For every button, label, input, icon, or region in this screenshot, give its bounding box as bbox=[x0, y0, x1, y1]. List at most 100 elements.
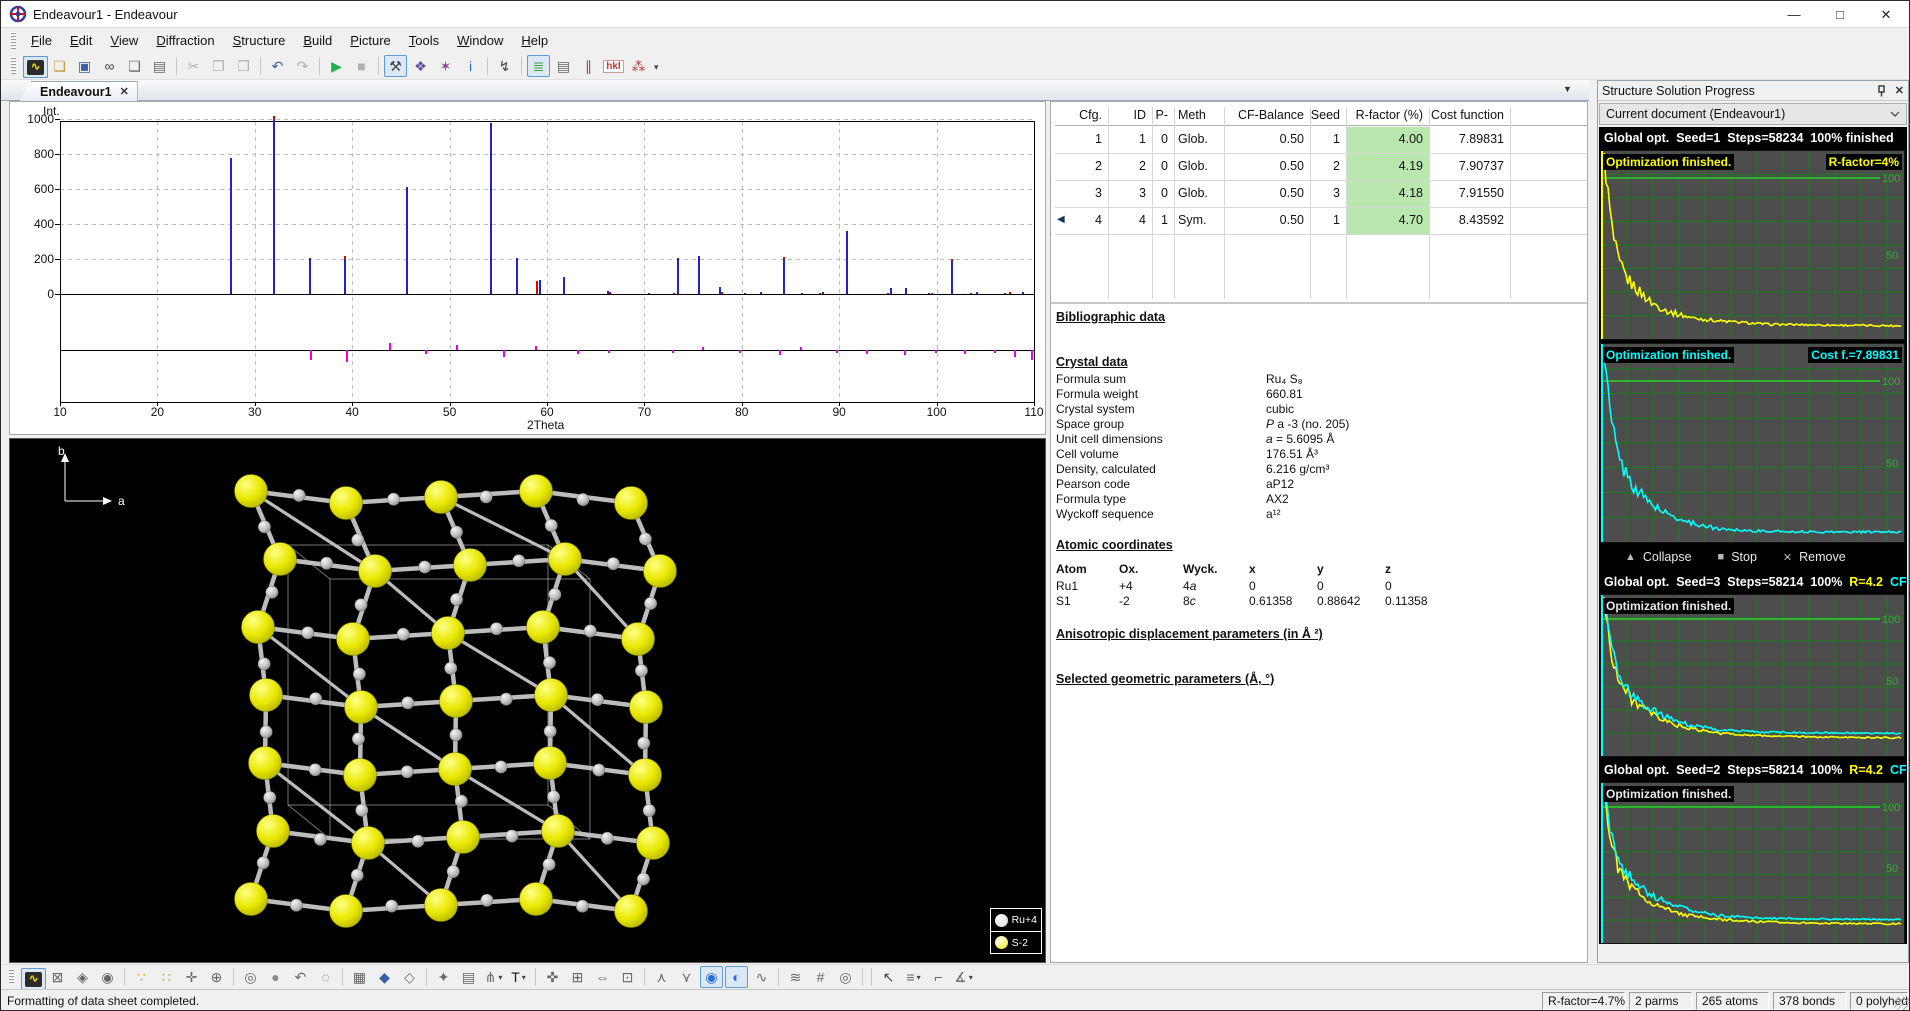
unit-cell-box-icon[interactable]: ▦ bbox=[348, 966, 371, 988]
layer-sheet-icon[interactable]: ▤ bbox=[457, 966, 480, 988]
config-cell[interactable]: 0 bbox=[1152, 159, 1174, 176]
copy-icon[interactable]: ❐ bbox=[207, 55, 230, 77]
pin-icon[interactable] bbox=[1876, 85, 1887, 97]
config-cell[interactable]: 0.50 bbox=[1224, 159, 1310, 176]
menu-structure[interactable]: Structure bbox=[224, 30, 295, 51]
pick-tool-caret-icon[interactable]: ▾ bbox=[498, 973, 502, 982]
tab-endeavour1[interactable]: Endeavour1 ✕ bbox=[19, 81, 138, 101]
atoms-list-icon[interactable]: ∵ bbox=[130, 966, 153, 988]
text-tool-caret-icon[interactable]: ▾ bbox=[522, 973, 526, 982]
config-cell[interactable]: 0.50 bbox=[1224, 186, 1310, 203]
space-filling-icon[interactable]: ◉ bbox=[96, 966, 119, 988]
origin-cell-icon[interactable]: ⊡ bbox=[616, 966, 639, 988]
wave-profile-icon[interactable]: ∿ bbox=[750, 966, 773, 988]
config-cell[interactable]: 1 bbox=[1108, 132, 1152, 149]
rotate-view-icon[interactable]: ↶ bbox=[289, 966, 312, 988]
config-cell[interactable]: Glob. bbox=[1174, 159, 1224, 176]
pick-tool-icon[interactable]: ⋔▾ bbox=[482, 966, 505, 988]
peak-list-view-icon[interactable]: ∥ bbox=[577, 55, 600, 77]
config-cell[interactable]: 0.50 bbox=[1224, 132, 1310, 149]
config-cell[interactable]: 1 bbox=[1152, 213, 1174, 230]
translate-tool-icon[interactable]: ✜ bbox=[541, 966, 564, 988]
structure-view-icon[interactable]: ⁂ bbox=[627, 55, 650, 77]
bond-list-icon[interactable]: ≡▾ bbox=[902, 966, 925, 988]
config-column-header[interactable]: CF-Balance bbox=[1224, 108, 1310, 125]
config-cell[interactable]: 8.43592 bbox=[1429, 213, 1510, 230]
config-cell[interactable]: 0 bbox=[1152, 132, 1174, 149]
config-cell[interactable]: 3 bbox=[1310, 186, 1346, 203]
cut-icon[interactable]: ✂ bbox=[182, 55, 205, 77]
highlight-star-icon[interactable]: ✦ bbox=[432, 966, 455, 988]
diffraction-chart-panel[interactable]: Int. 2Theta 0200400600800100010203040506… bbox=[9, 101, 1046, 435]
config-cell[interactable]: 1 bbox=[1310, 132, 1346, 149]
config-cell[interactable]: Glob. bbox=[1174, 132, 1224, 149]
config-column-header[interactable]: Cfg. bbox=[1055, 108, 1108, 125]
orbit-view-icon[interactable]: ◌ bbox=[314, 966, 337, 988]
wizard-wand-icon[interactable]: ✶ bbox=[434, 55, 457, 77]
measure-angle-caret-icon[interactable]: ▾ bbox=[969, 973, 973, 982]
coordination-spheres-icon[interactable]: ⊕ bbox=[205, 966, 228, 988]
config-cell[interactable]: 4.19 bbox=[1346, 159, 1429, 176]
print-preview-icon[interactable]: ❑ bbox=[123, 55, 146, 77]
hash-grid-icon[interactable]: # bbox=[809, 966, 832, 988]
dark-sphere-icon[interactable]: ● bbox=[264, 966, 287, 988]
config-cell[interactable]: 4.00 bbox=[1346, 132, 1429, 149]
menu-picture[interactable]: Picture bbox=[341, 30, 399, 51]
remove-button[interactable]: ✕Remove bbox=[1783, 550, 1846, 564]
run-icon[interactable]: ▶ bbox=[325, 55, 348, 77]
info-icon[interactable]: i bbox=[459, 55, 482, 77]
crystal-structure-view[interactable]: ba Ru+4S-2 bbox=[9, 438, 1046, 963]
paste-icon[interactable]: ❒ bbox=[232, 55, 255, 77]
rings-view-icon[interactable]: ◎ bbox=[239, 966, 262, 988]
horizontal-splitter[interactable] bbox=[9, 435, 1046, 438]
tab-list-dropdown-icon[interactable]: ▼ bbox=[1563, 84, 1572, 94]
structure-window-icon[interactable]: ❖ bbox=[409, 55, 432, 77]
config-column-header[interactable]: Cost function bbox=[1429, 108, 1510, 125]
structure-solution-hammer-icon[interactable]: ⚒ bbox=[384, 55, 407, 77]
stop-button[interactable]: ■Stop bbox=[1718, 550, 1757, 564]
close-button[interactable]: ✕ bbox=[1863, 1, 1909, 28]
menu-diffraction[interactable]: Diffraction bbox=[147, 30, 223, 51]
menu-file[interactable]: File bbox=[22, 30, 61, 51]
hkl-view-icon[interactable]: hkl bbox=[602, 55, 625, 77]
config-column-header[interactable]: R-factor (%) bbox=[1346, 108, 1429, 125]
config-cell[interactable]: 4.70 bbox=[1346, 213, 1429, 230]
config-column-header[interactable]: P- bbox=[1152, 108, 1174, 125]
bond-list-caret-icon[interactable]: ▾ bbox=[917, 973, 921, 982]
config-cell[interactable]: 7.90737 bbox=[1429, 159, 1510, 176]
data-sheet-view-icon[interactable]: ▤ bbox=[552, 55, 575, 77]
config-cell[interactable]: 4 bbox=[1108, 213, 1152, 230]
panel-close-icon[interactable]: ✕ bbox=[1895, 84, 1904, 97]
menu-window[interactable]: Window bbox=[448, 30, 512, 51]
menu-help[interactable]: Help bbox=[512, 30, 557, 51]
config-cell[interactable]: 1 bbox=[1055, 132, 1108, 149]
measure-angle-icon[interactable]: ∡▾ bbox=[952, 966, 975, 988]
open-folder-icon[interactable]: ❏ bbox=[48, 55, 71, 77]
menu-view[interactable]: View bbox=[101, 30, 147, 51]
config-cell[interactable]: 2 bbox=[1108, 159, 1152, 176]
target-view-icon[interactable]: ◎ bbox=[834, 966, 857, 988]
config-cell[interactable]: 1 bbox=[1310, 213, 1346, 230]
config-cell[interactable]: 0.50 bbox=[1224, 213, 1310, 230]
save-icon[interactable]: ▣ bbox=[73, 55, 96, 77]
tab-close-icon[interactable]: ✕ bbox=[120, 85, 129, 98]
ball-stick-style-icon[interactable]: ◐ bbox=[725, 966, 748, 988]
config-cell[interactable]: 0 bbox=[1152, 186, 1174, 203]
toolbar-more-caret[interactable]: ▾ bbox=[654, 57, 659, 75]
resize-grip[interactable] bbox=[1894, 997, 1908, 1011]
config-cell[interactable]: 3 bbox=[1108, 186, 1152, 203]
measure-length-icon[interactable]: ⌐ bbox=[927, 966, 950, 988]
maximize-button[interactable]: □ bbox=[1817, 1, 1863, 28]
menu-build[interactable]: Build bbox=[294, 30, 341, 51]
profile-chip-icon[interactable]: ∿ bbox=[21, 968, 46, 990]
config-cell[interactable]: Glob. bbox=[1174, 186, 1224, 203]
config-cell[interactable]: 3 bbox=[1055, 186, 1108, 203]
config-cell[interactable]: 7.91550 bbox=[1429, 186, 1510, 203]
data-sheet-panel[interactable]: Cfg.IDP-MethCF-BalanceSeedR-factor (%)Co… bbox=[1050, 101, 1588, 963]
config-cell[interactable]: 4.18 bbox=[1346, 186, 1429, 203]
text-tool-icon[interactable]: T▾ bbox=[507, 966, 530, 988]
supercell-icon[interactable]: ⊠ bbox=[46, 966, 69, 988]
menu-edit[interactable]: Edit bbox=[61, 30, 101, 51]
add-bonds-icon[interactable]: ✛ bbox=[180, 966, 203, 988]
config-column-header[interactable]: Seed bbox=[1310, 108, 1346, 125]
